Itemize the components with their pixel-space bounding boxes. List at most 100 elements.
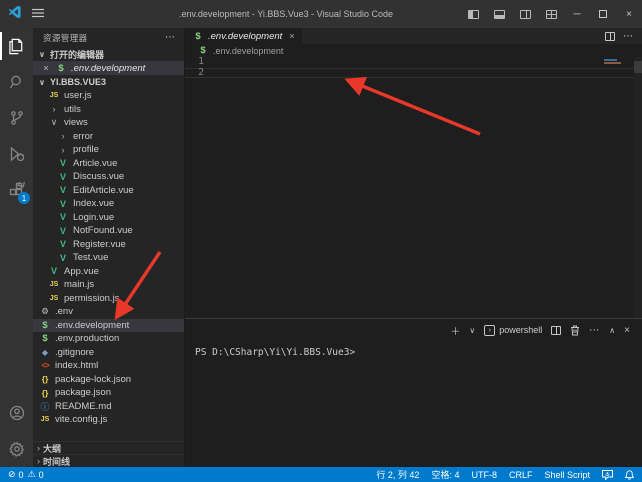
- close-panel-icon[interactable]: ×: [624, 325, 630, 336]
- maximize-button[interactable]: [590, 0, 616, 28]
- json-icon: {}: [39, 374, 51, 384]
- cursor-position[interactable]: 行 2, 列 42: [376, 468, 419, 481]
- tab-env-development[interactable]: $ .env.development ×: [185, 28, 302, 44]
- project-root-section[interactable]: ∨ YI.BBS.VUE3: [33, 75, 184, 89]
- search-icon[interactable]: [0, 64, 33, 100]
- notifications-bell-icon[interactable]: [625, 470, 634, 480]
- tree-item[interactable]: V App.vue: [33, 265, 184, 279]
- terminal[interactable]: PS D:\CSharp\Yi\Yi.BBS.Vue3>: [185, 341, 642, 467]
- js-icon: JS: [48, 295, 60, 302]
- breadcrumb[interactable]: $ .env.development: [185, 44, 642, 57]
- tree-item[interactable]: V Login.vue: [33, 211, 184, 225]
- open-editor-filename: .env.development: [71, 63, 145, 74]
- maximize-panel-icon[interactable]: ∧: [609, 326, 615, 335]
- tree-item[interactable]: JS permission.js: [33, 292, 184, 306]
- chevron-right-icon: ›: [48, 104, 60, 114]
- open-editor-item[interactable]: × $ .env.development: [33, 61, 184, 75]
- vue-icon: V: [57, 199, 69, 209]
- tree-item-label: Index.vue: [73, 198, 114, 209]
- tree-item[interactable]: {} package-lock.json: [33, 373, 184, 387]
- tree-item[interactable]: ∨ views: [33, 116, 184, 130]
- menu-icon[interactable]: [32, 5, 44, 23]
- tree-item[interactable]: JS user.js: [33, 89, 184, 103]
- tree-item[interactable]: JS vite.config.js: [33, 413, 184, 427]
- tree-item[interactable]: $ .env.production: [33, 332, 184, 346]
- vue-icon: V: [57, 185, 69, 195]
- source-control-icon[interactable]: [0, 100, 33, 136]
- tree-item-label: Test.vue: [73, 252, 108, 263]
- tree-item[interactable]: › utils: [33, 103, 184, 117]
- tree-item-label: .env.production: [55, 333, 119, 344]
- error-icon: ⊘: [8, 469, 16, 480]
- language-mode[interactable]: Shell Script: [544, 470, 590, 480]
- tree-item[interactable]: V NotFound.vue: [33, 224, 184, 238]
- vue-icon: V: [57, 158, 69, 168]
- customize-layout-icon[interactable]: [538, 0, 564, 28]
- line-number: 1: [185, 57, 213, 68]
- tree-item[interactable]: $ .env.development: [33, 319, 184, 333]
- close-button[interactable]: ×: [616, 0, 642, 28]
- title-bar: .env.development - Yi.BBS.Vue3 - Visual …: [0, 0, 642, 28]
- tree-item[interactable]: V Article.vue: [33, 157, 184, 171]
- eol-sequence[interactable]: CRLF: [509, 470, 533, 480]
- toggle-panel-icon[interactable]: [486, 0, 512, 28]
- problems-status[interactable]: ⊘0 ⚠0: [8, 469, 44, 480]
- editor-scrollbar[interactable]: [634, 57, 642, 318]
- chevron-down-icon[interactable]: ∨: [469, 326, 475, 335]
- new-terminal-icon[interactable]: ＋: [450, 323, 460, 338]
- window-title: .env.development - Yi.BBS.Vue3 - Visual …: [120, 9, 452, 19]
- run-debug-icon[interactable]: [0, 136, 33, 172]
- indentation[interactable]: 空格: 4: [431, 468, 459, 481]
- extensions-icon[interactable]: 1: [0, 172, 33, 208]
- trash-icon[interactable]: [570, 325, 580, 336]
- tree-item-label: .gitignore: [55, 347, 94, 358]
- tree-item[interactable]: V Test.vue: [33, 251, 184, 265]
- encoding[interactable]: UTF-8: [471, 470, 497, 480]
- js-icon: JS: [39, 416, 51, 423]
- tree-item[interactable]: V Discuss.vue: [33, 170, 184, 184]
- minimize-button[interactable]: ─: [564, 0, 590, 28]
- feedback-icon[interactable]: [602, 470, 613, 480]
- explorer-icon[interactable]: [0, 28, 33, 64]
- vue-icon: V: [57, 226, 69, 236]
- tree-item[interactable]: JS main.js: [33, 278, 184, 292]
- toggle-secondary-sidebar-icon[interactable]: [512, 0, 538, 28]
- close-icon[interactable]: ×: [41, 63, 51, 73]
- tree-item[interactable]: ⚙ .env: [33, 305, 184, 319]
- tree-item[interactable]: {} package.json: [33, 386, 184, 400]
- vue-icon: V: [57, 253, 69, 263]
- status-bar: ⊘0 ⚠0 行 2, 列 42 空格: 4 UTF-8 CRLF Shell S…: [0, 467, 642, 482]
- tree-item[interactable]: ⓘ README.md: [33, 400, 184, 414]
- tree-item-label: Login.vue: [73, 212, 114, 223]
- panel-more-icon[interactable]: ⋯: [589, 325, 600, 336]
- toggle-sidebar-icon[interactable]: [460, 0, 486, 28]
- tree-item-label: profile: [73, 144, 99, 155]
- code-editor[interactable]: 1 2: [185, 57, 642, 318]
- tree-item[interactable]: ◆ .gitignore: [33, 346, 184, 360]
- explorer-actions-icon[interactable]: ⋯: [165, 32, 176, 43]
- settings-gear-icon[interactable]: [0, 431, 33, 467]
- tree-item-label: package-lock.json: [55, 374, 131, 385]
- timeline-section[interactable]: › 时间线: [33, 454, 184, 467]
- account-icon[interactable]: [0, 395, 33, 431]
- tree-item[interactable]: V Register.vue: [33, 238, 184, 252]
- explorer-sidebar: 资源管理器 ⋯ ∨ 打开的编辑器 × $ .env.development ∨ …: [33, 28, 185, 467]
- more-actions-icon[interactable]: ⋯: [623, 31, 634, 42]
- split-editor-icon[interactable]: [605, 32, 615, 41]
- open-editors-section[interactable]: ∨ 打开的编辑器: [33, 47, 184, 61]
- shell-icon: $: [55, 63, 67, 74]
- tree-item[interactable]: V EditArticle.vue: [33, 184, 184, 198]
- chevron-right-icon: ›: [37, 456, 40, 466]
- split-terminal-icon[interactable]: [551, 326, 561, 335]
- tree-item-label: NotFound.vue: [73, 225, 133, 236]
- tree-item[interactable]: › profile: [33, 143, 184, 157]
- close-icon[interactable]: ×: [289, 31, 294, 41]
- tree-item-label: App.vue: [64, 266, 99, 277]
- tree-item[interactable]: V Index.vue: [33, 197, 184, 211]
- tree-item[interactable]: <> index.html: [33, 359, 184, 373]
- editor-tab-bar: $ .env.development × ⋯: [185, 28, 642, 44]
- outline-section[interactable]: › 大纲: [33, 441, 184, 454]
- tree-item[interactable]: › error: [33, 130, 184, 144]
- terminal-shell-selector[interactable]: › powershell: [484, 325, 542, 336]
- vscode-window: .env.development - Yi.BBS.Vue3 - Visual …: [0, 0, 642, 482]
